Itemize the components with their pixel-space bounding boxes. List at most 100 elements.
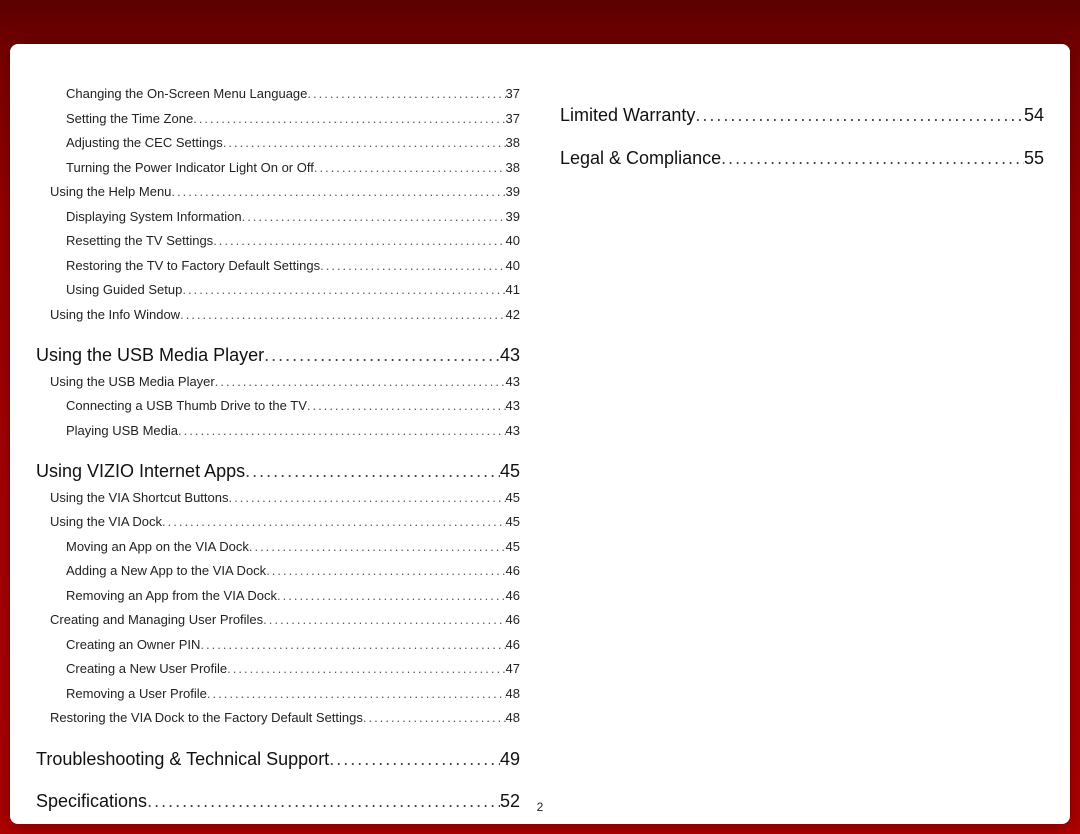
toc-entry-page: 38 — [506, 133, 520, 153]
toc-leader-dots: ........................................… — [363, 708, 506, 728]
toc-entry-label: Creating and Managing User Profiles — [50, 610, 263, 630]
toc-entry[interactable]: Connecting a USB Thumb Drive to the TV..… — [66, 396, 520, 416]
toc-entry[interactable]: Troubleshooting & Technical Support.....… — [36, 748, 520, 771]
toc-entry[interactable]: Adding a New App to the VIA Dock........… — [66, 561, 520, 581]
toc-leader-dots: ........................................… — [277, 586, 506, 606]
toc-entry-label: Using the USB Media Player — [36, 344, 264, 367]
toc-entry[interactable]: Resetting the TV Settings...............… — [66, 231, 520, 251]
toc-entry-page: 46 — [506, 610, 520, 630]
toc-entry[interactable]: Creating and Managing User Profiles.....… — [50, 610, 520, 630]
toc-entry[interactable]: Adjusting the CEC Settings..............… — [66, 133, 520, 153]
toc-entry-page: 45 — [506, 512, 520, 532]
toc-entry[interactable]: Using the USB Media Player..............… — [36, 344, 520, 367]
toc-entry-page: 43 — [506, 372, 520, 392]
toc-entry-page: 41 — [506, 280, 520, 300]
toc-entry[interactable]: Limited Warranty........................… — [560, 104, 1044, 127]
toc-entry[interactable]: Creating an Owner PIN...................… — [66, 635, 520, 655]
toc-entry-page: 39 — [506, 207, 520, 227]
toc-entry-label: Changing the On-Screen Menu Language — [66, 84, 307, 104]
toc-entry[interactable]: Moving an App on the VIA Dock...........… — [66, 537, 520, 557]
toc-entry-page: 48 — [506, 708, 520, 728]
toc-leader-dots: ........................................… — [307, 84, 505, 104]
toc-entry-page: 43 — [500, 344, 520, 367]
toc-entry-label: Using Guided Setup — [66, 280, 182, 300]
toc-entry[interactable]: Using VIZIO Internet Apps...............… — [36, 460, 520, 483]
toc-entry[interactable]: Setting the Time Zone...................… — [66, 109, 520, 129]
toc-entry-page: 54 — [1024, 104, 1044, 127]
page-sheet: Changing the On-Screen Menu Language....… — [10, 44, 1070, 824]
toc-leader-dots: ........................................… — [193, 109, 505, 129]
toc-entry-page: 40 — [506, 256, 520, 276]
toc-entry-page: 55 — [1024, 147, 1044, 170]
toc-entry[interactable]: Creating a New User Profile.............… — [66, 659, 520, 679]
toc-entry-label: Adjusting the CEC Settings — [66, 133, 223, 153]
toc-entry-label: Using VIZIO Internet Apps — [36, 460, 245, 483]
toc-entry-page: 42 — [506, 305, 520, 325]
toc-entry-label: Using the Help Menu — [50, 182, 171, 202]
toc-leader-dots: ........................................… — [320, 256, 505, 276]
toc-entry-label: Connecting a USB Thumb Drive to the TV — [66, 396, 307, 416]
toc-entry[interactable]: Using the Info Window...................… — [50, 305, 520, 325]
toc-entry[interactable]: Using the USB Media Player..............… — [50, 372, 520, 392]
toc-entry-label: Removing an App from the VIA Dock — [66, 586, 277, 606]
toc-entry-label: Moving an App on the VIA Dock — [66, 537, 249, 557]
toc-leader-dots: ........................................… — [178, 421, 506, 441]
toc-leader-dots: ........................................… — [223, 133, 506, 153]
toc-leader-dots: ........................................… — [207, 684, 506, 704]
toc-leader-dots: ........................................… — [314, 158, 506, 178]
toc-entry-page: 39 — [506, 182, 520, 202]
toc-entry[interactable]: Restoring the VIA Dock to the Factory De… — [50, 708, 520, 728]
toc-entry-label: Using the VIA Dock — [50, 512, 162, 532]
toc-leader-dots: ........................................… — [249, 537, 506, 557]
toc-leader-dots: ........................................… — [329, 748, 500, 771]
toc-entry[interactable]: Restoring the TV to Factory Default Sett… — [66, 256, 520, 276]
toc-leader-dots: ........................................… — [245, 460, 500, 483]
toc-entry[interactable]: Displaying System Information...........… — [66, 207, 520, 227]
toc-entry[interactable]: Using the VIA Shortcut Buttons..........… — [50, 488, 520, 508]
toc-entry-label: Creating an Owner PIN — [66, 635, 200, 655]
toc-entry-label: Using the VIA Shortcut Buttons — [50, 488, 229, 508]
toc-entry-page: 45 — [500, 460, 520, 483]
toc-entry-page: 46 — [506, 635, 520, 655]
toc-columns: Changing the On-Screen Menu Language....… — [36, 84, 1044, 784]
toc-entry-label: Using the USB Media Player — [50, 372, 215, 392]
toc-leader-dots: ........................................… — [162, 512, 506, 532]
toc-leader-dots: ........................................… — [215, 372, 506, 392]
toc-entry-page: 46 — [506, 561, 520, 581]
toc-entry-label: Legal & Compliance — [560, 147, 721, 170]
toc-entry-page: 40 — [506, 231, 520, 251]
toc-entry[interactable]: Using the Help Menu.....................… — [50, 182, 520, 202]
toc-leader-dots: ........................................… — [213, 231, 505, 251]
toc-entry[interactable]: Legal & Compliance......................… — [560, 147, 1044, 170]
toc-entry-label: Turning the Power Indicator Light On or … — [66, 158, 314, 178]
toc-leader-dots: ........................................… — [227, 659, 505, 679]
toc-entry-page: 46 — [506, 586, 520, 606]
toc-entry-label: Restoring the VIA Dock to the Factory De… — [50, 708, 363, 728]
toc-entry[interactable]: Using the VIA Dock......................… — [50, 512, 520, 532]
toc-entry-label: Creating a New User Profile — [66, 659, 227, 679]
toc-entry-page: 43 — [506, 421, 520, 441]
toc-leader-dots: ........................................… — [264, 344, 500, 367]
toc-entry-label: Displaying System Information — [66, 207, 242, 227]
toc-entry[interactable]: Changing the On-Screen Menu Language....… — [66, 84, 520, 104]
toc-leader-dots: ........................................… — [229, 488, 506, 508]
toc-entry-page: 47 — [506, 659, 520, 679]
toc-entry[interactable]: Playing USB Media.......................… — [66, 421, 520, 441]
toc-entry-page: 45 — [506, 537, 520, 557]
toc-entry[interactable]: Using Guided Setup......................… — [66, 280, 520, 300]
toc-entry-label: Adding a New App to the VIA Dock — [66, 561, 266, 581]
toc-entry-page: 37 — [506, 109, 520, 129]
toc-leader-dots: ........................................… — [721, 147, 1024, 170]
toc-leader-dots: ........................................… — [200, 635, 505, 655]
toc-entry[interactable]: Turning the Power Indicator Light On or … — [66, 158, 520, 178]
toc-entry-label: Troubleshooting & Technical Support — [36, 748, 329, 771]
toc-column-right: Limited Warranty........................… — [560, 84, 1044, 784]
toc-leader-dots: ........................................… — [263, 610, 505, 630]
toc-entry-label: Resetting the TV Settings — [66, 231, 213, 251]
page-number: 2 — [10, 800, 1070, 814]
toc-entry[interactable]: Removing a User Profile.................… — [66, 684, 520, 704]
toc-leader-dots: ........................................… — [171, 182, 505, 202]
toc-entry[interactable]: Removing an App from the VIA Dock.......… — [66, 586, 520, 606]
toc-entry-page: 37 — [506, 84, 520, 104]
toc-entry-label: Removing a User Profile — [66, 684, 207, 704]
